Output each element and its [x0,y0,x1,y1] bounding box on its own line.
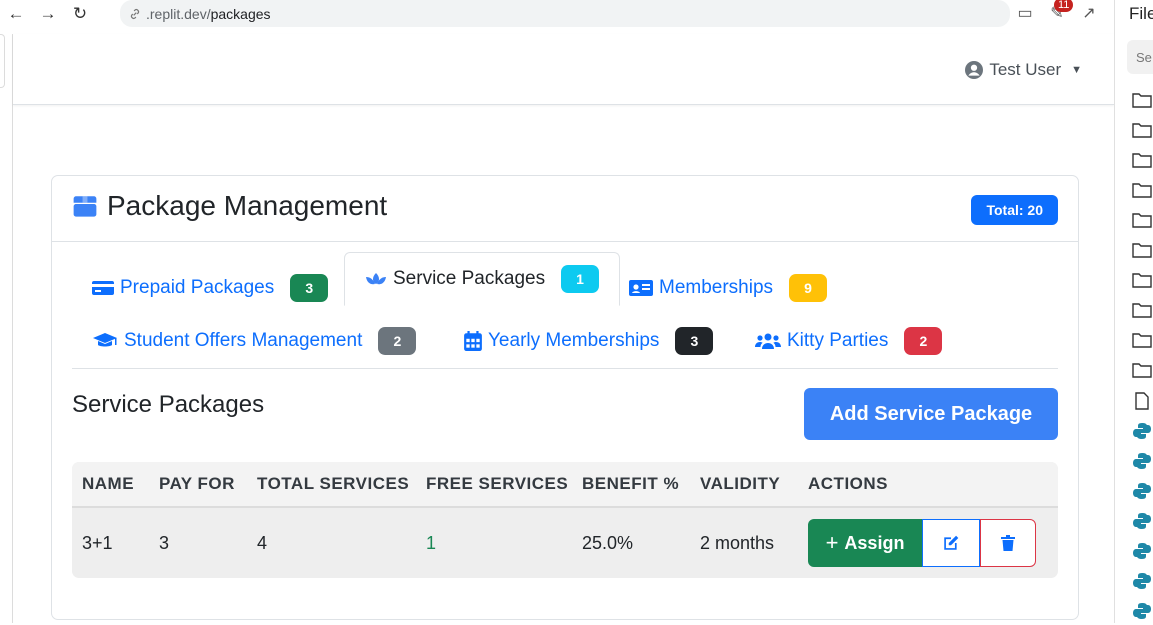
folder-icon[interactable] [1132,272,1152,290]
cell-name: 3+1 [82,532,113,553]
cell-total-services: 4 [257,532,268,553]
assign-button[interactable]: + Assign [808,519,922,567]
folder-icon[interactable] [1132,212,1152,230]
delete-button[interactable] [980,519,1036,567]
link-icon [130,8,140,19]
reload-icon[interactable]: ↻ [64,0,96,27]
python-file-icon[interactable] [1132,602,1152,620]
user-name: Test User [989,60,1062,79]
tab-yearly-memberships[interactable]: Yearly Memberships 3 [444,315,733,367]
file-icon[interactable] [1132,392,1152,410]
tab-count-badge: 3 [675,327,714,355]
folder-icon[interactable] [1132,302,1152,320]
id-card-icon [629,280,653,296]
folder-icon[interactable] [1132,242,1152,260]
column-header: TOTAL SERVICES [257,474,410,493]
credit-card-icon [92,281,114,295]
open-external-icon[interactable]: ↗ [1080,5,1098,23]
column-header: FREE SERVICES [426,474,569,493]
tab-prepaid-packages[interactable]: Prepaid Packages 3 [72,262,348,314]
page-title-text: Package Management [107,190,388,221]
tab-student-offers[interactable]: Student Offers Management 2 [72,315,436,367]
python-file-icon[interactable] [1132,482,1152,500]
column-header: NAME [82,474,135,493]
table-header-row: NAME PAY FOR TOTAL SERVICES FREE SERVICE… [72,462,1058,508]
python-file-icon[interactable] [1132,542,1152,560]
tab-memberships[interactable]: Memberships 9 [609,262,847,314]
page-title: Package Management [72,190,387,222]
graduation-cap-icon [93,333,117,347]
files-panel-title: Files [1129,4,1153,23]
tab-label: Kitty Parties [787,330,889,351]
tab-count-badge: 2 [378,327,417,355]
column-header: BENEFIT % [582,474,680,493]
caret-down-icon: ▼ [1071,64,1082,76]
folder-icon[interactable] [1132,332,1152,350]
cell-validity: 2 months [700,532,775,553]
card-header: Package Management Total: 20 [52,176,1078,242]
tab-count-badge: 2 [904,327,943,355]
tab-label: Service Packages [393,268,546,289]
row-actions: + Assign [798,519,1058,567]
folder-icon[interactable] [1132,122,1152,140]
spa-icon [366,273,386,285]
tab-service-packages[interactable]: Service Packages 1 [344,252,621,306]
total-badge: Total: 20 [971,195,1058,225]
tab-count-badge: 9 [789,274,828,302]
add-service-package-button[interactable]: Add Service Package [804,388,1058,440]
tab-label: Student Offers Management [124,330,363,351]
tab-count-badge: 1 [561,265,600,293]
user-circle-icon [965,61,984,79]
address-bar[interactable]: .replit.dev/packages [120,0,1010,27]
calendar-icon [464,331,482,351]
python-file-icon[interactable] [1132,452,1152,470]
service-packages-table: NAME PAY FOR TOTAL SERVICES FREE SERVICE… [72,462,1058,578]
cell-free-services: 1 [426,532,437,553]
folder-icon[interactable] [1132,182,1152,200]
python-file-icon[interactable] [1132,512,1152,530]
tab-count-badge: 3 [290,274,329,302]
sidebar-edge [0,34,5,88]
box-icon [73,196,97,217]
package-tabs: Prepaid Packages 3 Service Packages 1 Me… [72,252,1058,369]
user-menu[interactable]: Test User ▼ [965,60,1082,80]
folder-icon[interactable] [1132,152,1152,170]
files-search-input[interactable]: Se [1127,40,1153,74]
folder-icon[interactable] [1132,362,1152,380]
tab-label: Memberships [659,277,774,298]
python-file-icon[interactable] [1132,422,1152,440]
tab-label: Yearly Memberships [488,330,660,351]
app-header: Test User ▼ [13,34,1114,105]
users-icon [755,333,781,349]
device-icon[interactable]: ▭ [1016,5,1034,23]
column-header: VALIDITY [700,474,781,493]
edit-button[interactable] [922,519,980,567]
section-title: Service Packages [72,391,265,418]
column-header: PAY FOR [159,474,235,493]
package-management-card: Package Management Total: 20 Prepaid Pac… [51,175,1079,620]
tools-icon[interactable]: ✎ 11 [1048,0,1074,23]
edit-icon [944,535,959,550]
back-icon[interactable]: ← [0,0,32,27]
notification-badge: 11 [1054,0,1074,12]
url-path: packages [210,5,271,22]
url-domain: .replit.dev/ [146,5,211,22]
tab-label: Prepaid Packages [120,277,275,298]
app-viewport: Test User ▼ Package Management Total: 20… [12,34,1114,623]
cell-benefit: 25.0% [582,532,634,553]
python-file-icon[interactable] [1132,572,1152,590]
assign-label: Assign [844,532,905,553]
folder-icon[interactable] [1132,92,1152,110]
forward-icon[interactable]: → [32,0,64,27]
cell-pay-for: 3 [159,532,170,553]
files-panel: Files Se [1114,0,1153,623]
table-row: 3+1 3 4 1 25.0% 2 months + Assign [72,508,1058,578]
column-header: ACTIONS [808,474,888,493]
trash-icon [1001,535,1015,551]
plus-icon: + [825,530,839,555]
tab-kitty-parties[interactable]: Kitty Parties 2 [735,315,962,367]
